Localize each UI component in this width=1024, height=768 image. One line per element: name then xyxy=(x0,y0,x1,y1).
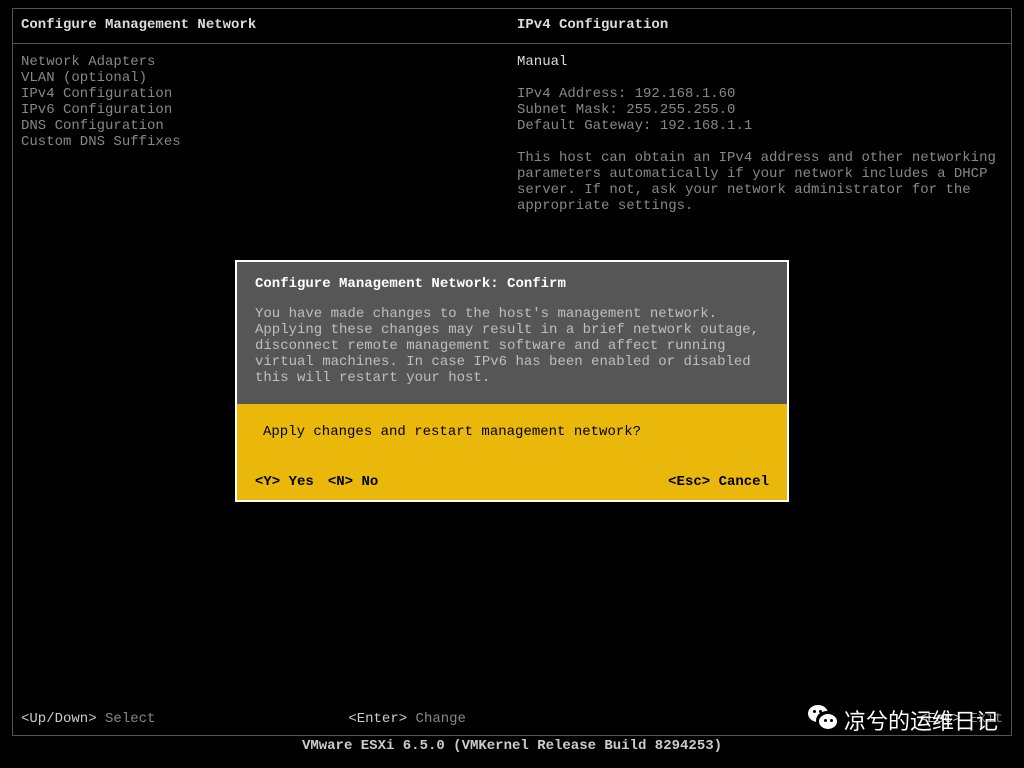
dialog-cancel-label: Cancel xyxy=(719,474,769,490)
dialog-actions: <Y> Yes <N> No <Esc> Cancel xyxy=(255,474,769,490)
product-version-bar: VMware ESXi 6.5.0 (VMKernel Release Buil… xyxy=(0,738,1024,754)
header-right-title: IPv4 Configuration xyxy=(517,17,668,33)
watermark: 凉兮的运维日记 xyxy=(808,704,998,736)
dialog-cancel-key: <Esc> xyxy=(668,474,710,490)
dialog-body: You have made changes to the host's mana… xyxy=(255,306,769,386)
menu-item[interactable]: IPv6 Configuration xyxy=(21,102,507,118)
header-left-title: Configure Management Network xyxy=(21,17,256,33)
subnet-mask-row: Subnet Mask: 255.255.255.0 xyxy=(517,102,1003,118)
menu-item[interactable]: DNS Configuration xyxy=(21,118,507,134)
default-gateway-label: Default Gateway: xyxy=(517,118,651,134)
watermark-text: 凉兮的运维日记 xyxy=(844,704,998,736)
default-gateway-value: 192.168.1.1 xyxy=(660,118,752,134)
dialog-title: Configure Management Network: Confirm xyxy=(255,276,769,292)
dialog-yes-button[interactable]: <Y> Yes xyxy=(255,474,314,490)
confirm-dialog: Configure Management Network: Confirm Yo… xyxy=(235,260,789,502)
body-row: Network Adapters VLAN (optional) IPv4 Co… xyxy=(13,44,1011,222)
menu-item[interactable]: IPv4 Configuration xyxy=(21,86,507,102)
detail-column: Manual IPv4 Address: 192.168.1.60 Subnet… xyxy=(507,54,1003,214)
subnet-mask-label: Subnet Mask: xyxy=(517,102,618,118)
menu-item[interactable]: Custom DNS Suffixes xyxy=(21,134,507,150)
dialog-bottom: Apply changes and restart management net… xyxy=(237,404,787,500)
detail-description: This host can obtain an IPv4 address and… xyxy=(517,150,1003,214)
footer-mid-label: Change xyxy=(416,711,466,727)
ipv4-address-value: 192.168.1.60 xyxy=(635,86,736,102)
menu-item[interactable]: Network Adapters xyxy=(21,54,507,70)
dialog-yes-label: Yes xyxy=(289,474,314,490)
ipv4-mode: Manual xyxy=(517,54,1003,70)
dialog-no-button[interactable]: <N> No xyxy=(328,474,378,490)
dialog-question: Apply changes and restart management net… xyxy=(255,424,769,440)
dialog-yes-key: <Y> xyxy=(255,474,280,490)
footer-mid-key: <Enter> xyxy=(348,711,407,727)
default-gateway-row: Default Gateway: 192.168.1.1 xyxy=(517,118,1003,134)
footer-left-label: Select xyxy=(105,711,155,727)
dialog-cancel-button[interactable]: <Esc> Cancel xyxy=(668,474,769,490)
footer-left-key: <Up/Down> xyxy=(21,711,97,727)
dialog-top: Configure Management Network: Confirm Yo… xyxy=(237,262,787,404)
menu-column: Network Adapters VLAN (optional) IPv4 Co… xyxy=(21,54,507,214)
header-row: Configure Management Network IPv4 Config… xyxy=(13,9,1011,44)
wechat-icon xyxy=(808,705,838,735)
footer-hint-mid: <Enter> Change xyxy=(348,711,675,727)
ipv4-address-row: IPv4 Address: 192.168.1.60 xyxy=(517,86,1003,102)
ipv4-address-label: IPv4 Address: xyxy=(517,86,626,102)
subnet-mask-value: 255.255.255.0 xyxy=(626,102,735,118)
footer-hint-left: <Up/Down> Select xyxy=(21,711,348,727)
menu-item[interactable]: VLAN (optional) xyxy=(21,70,507,86)
dialog-no-key: <N> xyxy=(328,474,353,490)
dialog-no-label: No xyxy=(361,474,378,490)
